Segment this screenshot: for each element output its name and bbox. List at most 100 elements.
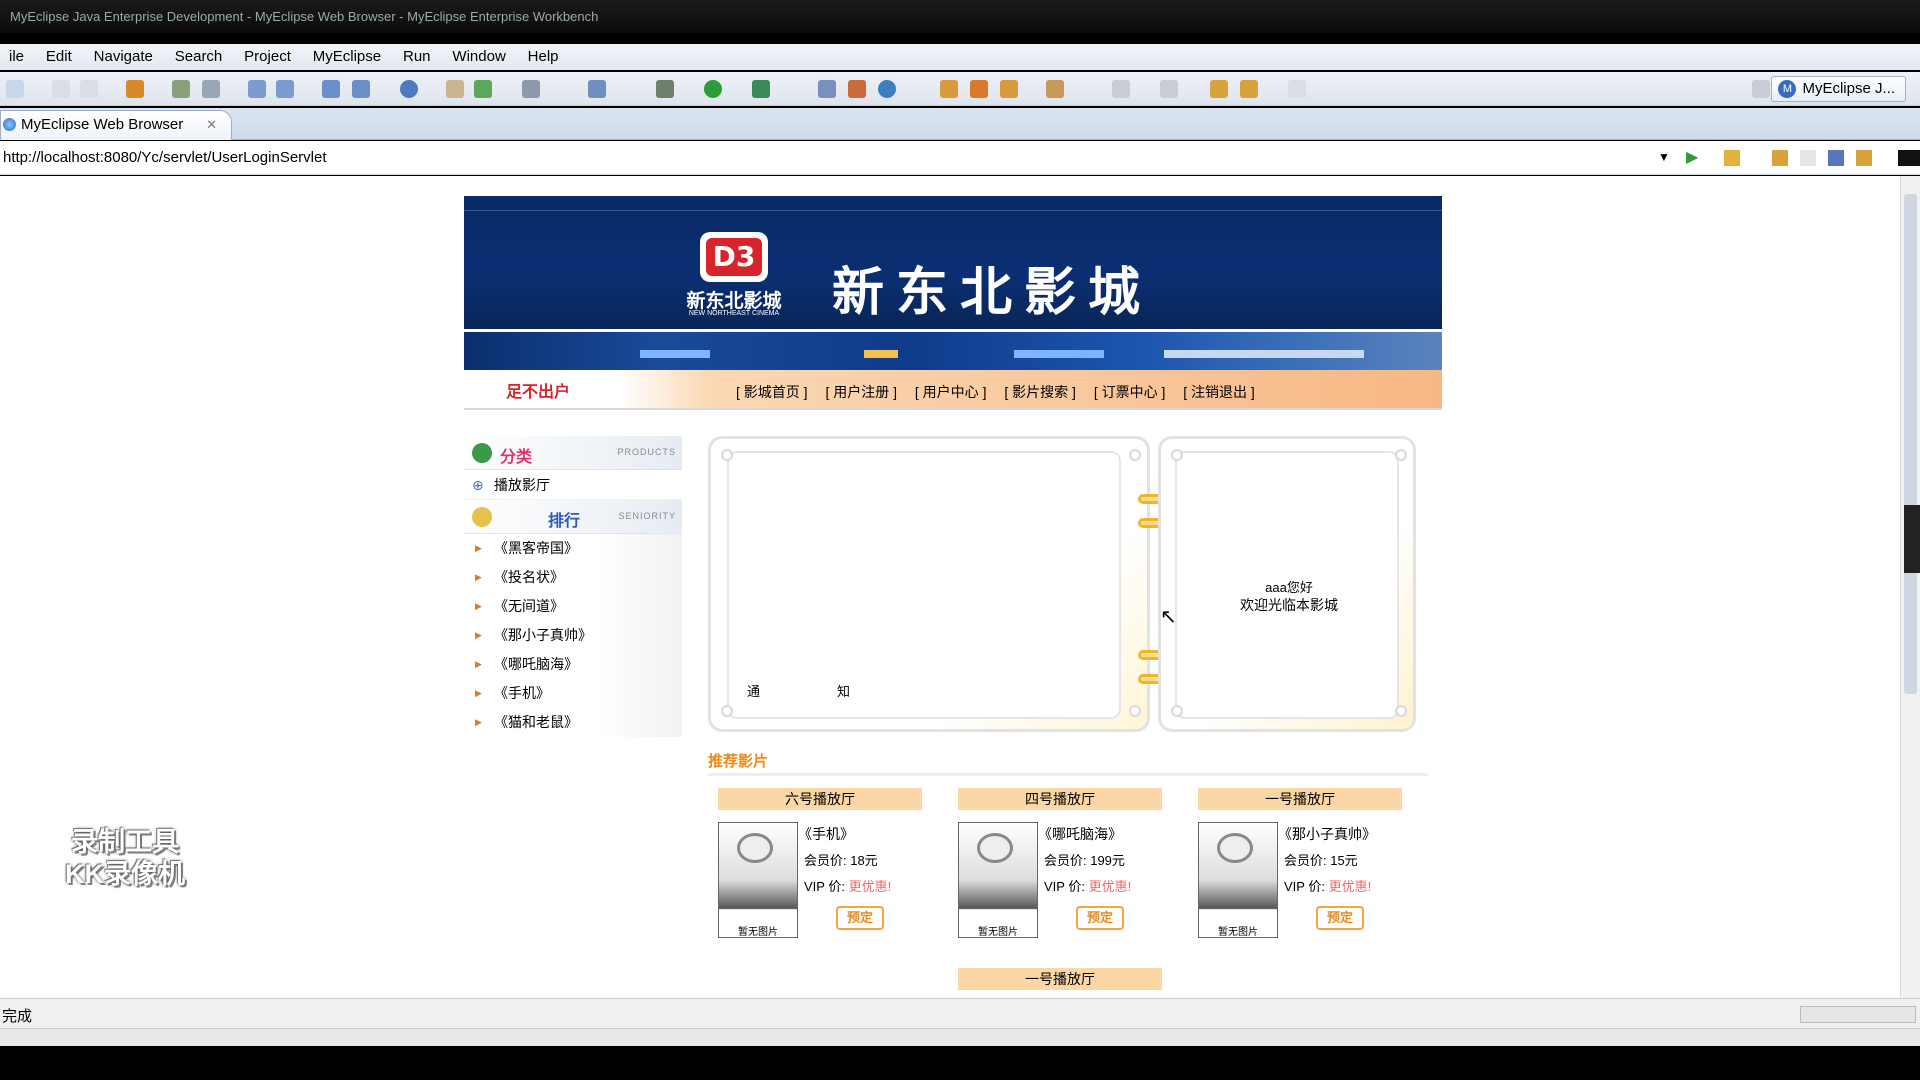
rivet-icon: [1129, 449, 1141, 461]
menu-search[interactable]: Search: [166, 44, 232, 70]
browser-refresh-icon[interactable]: [1856, 150, 1872, 166]
poster-placeholder[interactable]: 暂无图片: [958, 822, 1038, 938]
save-all-icon[interactable]: [80, 80, 98, 98]
refresh-icon[interactable]: [878, 80, 896, 98]
menu-navigate[interactable]: Navigate: [85, 44, 162, 70]
menu-project[interactable]: Project: [235, 44, 300, 70]
menu-file[interactable]: ile: [0, 44, 33, 70]
previous-annotation-icon[interactable]: [1160, 80, 1178, 98]
window-title: MyEclipse Java Enterprise Development - …: [10, 9, 599, 24]
category-item[interactable]: ⊕ 播放影厅: [464, 470, 682, 500]
movie-title-link[interactable]: 《手机》: [798, 824, 854, 844]
struts-icon[interactable]: [848, 80, 866, 98]
poster-placeholder[interactable]: 暂无图片: [1198, 822, 1278, 938]
web-browser-icon[interactable]: [400, 80, 418, 98]
notice-title-left: 通: [747, 684, 761, 699]
server-icon[interactable]: [202, 80, 220, 98]
movie-title-link[interactable]: 《哪吒脑海》: [1038, 824, 1122, 844]
menu-window[interactable]: Window: [443, 44, 514, 70]
stop-icon[interactable]: [1828, 150, 1844, 166]
browser-forward-icon[interactable]: [1800, 150, 1816, 166]
open-perspective-switcher-icon[interactable]: [1752, 80, 1770, 98]
poster-placeholder[interactable]: 暂无图片: [718, 822, 798, 938]
ranking-item-label: 《手机》: [494, 685, 550, 701]
category-english-title: PRODUCTS: [617, 447, 676, 457]
member-price: 会员价: 18元: [804, 853, 878, 868]
book-button[interactable]: 预定: [1316, 906, 1364, 930]
pencil-icon[interactable]: [970, 80, 988, 98]
save-icon[interactable]: [52, 80, 70, 98]
book-button[interactable]: 预定: [836, 906, 884, 930]
logo-badge-text: D3: [706, 238, 762, 276]
forward-icon[interactable]: [1288, 80, 1306, 98]
url-input[interactable]: http://localhost:8080/Yc/servlet/UserLog…: [3, 149, 327, 166]
vertical-scrollbar[interactable]: [1900, 176, 1920, 998]
ranking-item[interactable]: ▶ 《无间道》: [464, 592, 682, 621]
external-tools-icon[interactable]: [752, 80, 770, 98]
nav-register-link[interactable]: [ 用户注册 ]: [825, 384, 897, 400]
debug-run-icon[interactable]: [656, 80, 674, 98]
menu-edit[interactable]: Edit: [37, 44, 81, 70]
page-icon[interactable]: [1898, 150, 1920, 166]
open-type-icon[interactable]: [322, 80, 340, 98]
add-icon[interactable]: [474, 80, 492, 98]
debug-icon[interactable]: [172, 80, 190, 98]
package-icon[interactable]: [126, 80, 144, 98]
tab-web-browser[interactable]: MyEclipse Web Browser ✕: [0, 110, 232, 140]
logo-english-name: NEW NORTHEAST CINEMA: [688, 310, 780, 317]
nav-booking-center-link[interactable]: [ 订票中心 ]: [1094, 384, 1166, 400]
new-class-icon[interactable]: [588, 80, 606, 98]
poster-caption: 暂无图片: [738, 927, 778, 938]
hierarchy-icon[interactable]: [818, 80, 836, 98]
last-edit-icon[interactable]: [1210, 80, 1228, 98]
back-icon[interactable]: [1240, 80, 1258, 98]
ranking-title: 排行: [548, 513, 581, 530]
logo-badge: D3: [700, 232, 768, 282]
ranking-item[interactable]: ▶ 《投名状》: [464, 563, 682, 592]
new-icon[interactable]: [6, 80, 24, 98]
undeploy-icon[interactable]: [276, 80, 294, 98]
menu-run[interactable]: Run: [394, 44, 440, 70]
url-dropdown-icon[interactable]: ▼: [1658, 150, 1674, 166]
folder-icon[interactable]: [446, 80, 464, 98]
ranking-item-label: 《哪吒脑海》: [494, 656, 578, 672]
movie-title-link[interactable]: 《那小子真帅》: [1278, 824, 1376, 844]
perspective-button[interactable]: M MyEclipse J...: [1771, 76, 1906, 102]
ranking-item[interactable]: ▶ 《猫和老鼠》: [464, 708, 682, 737]
menu-myeclipse[interactable]: MyEclipse: [304, 44, 390, 70]
ranking-item[interactable]: ▶ 《那小子真帅》: [464, 621, 682, 650]
favorites-icon[interactable]: [1724, 150, 1740, 166]
side-panel-grip[interactable]: [1904, 505, 1920, 573]
go-icon[interactable]: ▶: [1686, 147, 1702, 166]
next-annotation-icon[interactable]: [1112, 80, 1130, 98]
nav-user-center-link[interactable]: [ 用户中心 ]: [915, 384, 987, 400]
arrow-right-icon: ▶: [475, 630, 482, 640]
book-button[interactable]: 预定: [1076, 906, 1124, 930]
close-icon[interactable]: ✕: [206, 111, 217, 139]
ranking-item[interactable]: ▶ 《手机》: [464, 679, 682, 708]
notice-title-right: 知: [837, 684, 851, 699]
nav-movie-search-link[interactable]: [ 影片搜索 ]: [1004, 384, 1076, 400]
ranking-item[interactable]: ▶ 《黑客帝国》: [464, 534, 682, 563]
nav-home-link[interactable]: [ 影城首页 ]: [736, 384, 808, 400]
window-title-bar: MyEclipse Java Enterprise Development - …: [0, 0, 1920, 33]
globe-icon: [3, 118, 16, 131]
menu-help[interactable]: Help: [519, 44, 568, 70]
ranking-item[interactable]: ▶ 《哪吒脑海》: [464, 650, 682, 679]
open-resource-icon[interactable]: [352, 80, 370, 98]
run-icon[interactable]: [704, 80, 722, 98]
rivet-icon: [1395, 449, 1407, 461]
site-slogan: 足不出户: [506, 384, 571, 401]
banner-film-strip: [464, 332, 1442, 370]
browser-back-icon[interactable]: [1772, 150, 1788, 166]
mylyn-icon[interactable]: [1046, 80, 1064, 98]
film-reel-icon: [1217, 833, 1253, 863]
film-reel-icon: [977, 833, 1013, 863]
nav-logout-link[interactable]: [ 注销退出 ]: [1183, 384, 1255, 400]
open-task-icon[interactable]: [940, 80, 958, 98]
scrollbar-thumb[interactable]: [1904, 194, 1917, 694]
open-perspective-icon[interactable]: [1000, 80, 1018, 98]
window-icon[interactable]: [522, 80, 540, 98]
plus-icon: ⊕: [472, 477, 484, 493]
deploy-icon[interactable]: [248, 80, 266, 98]
